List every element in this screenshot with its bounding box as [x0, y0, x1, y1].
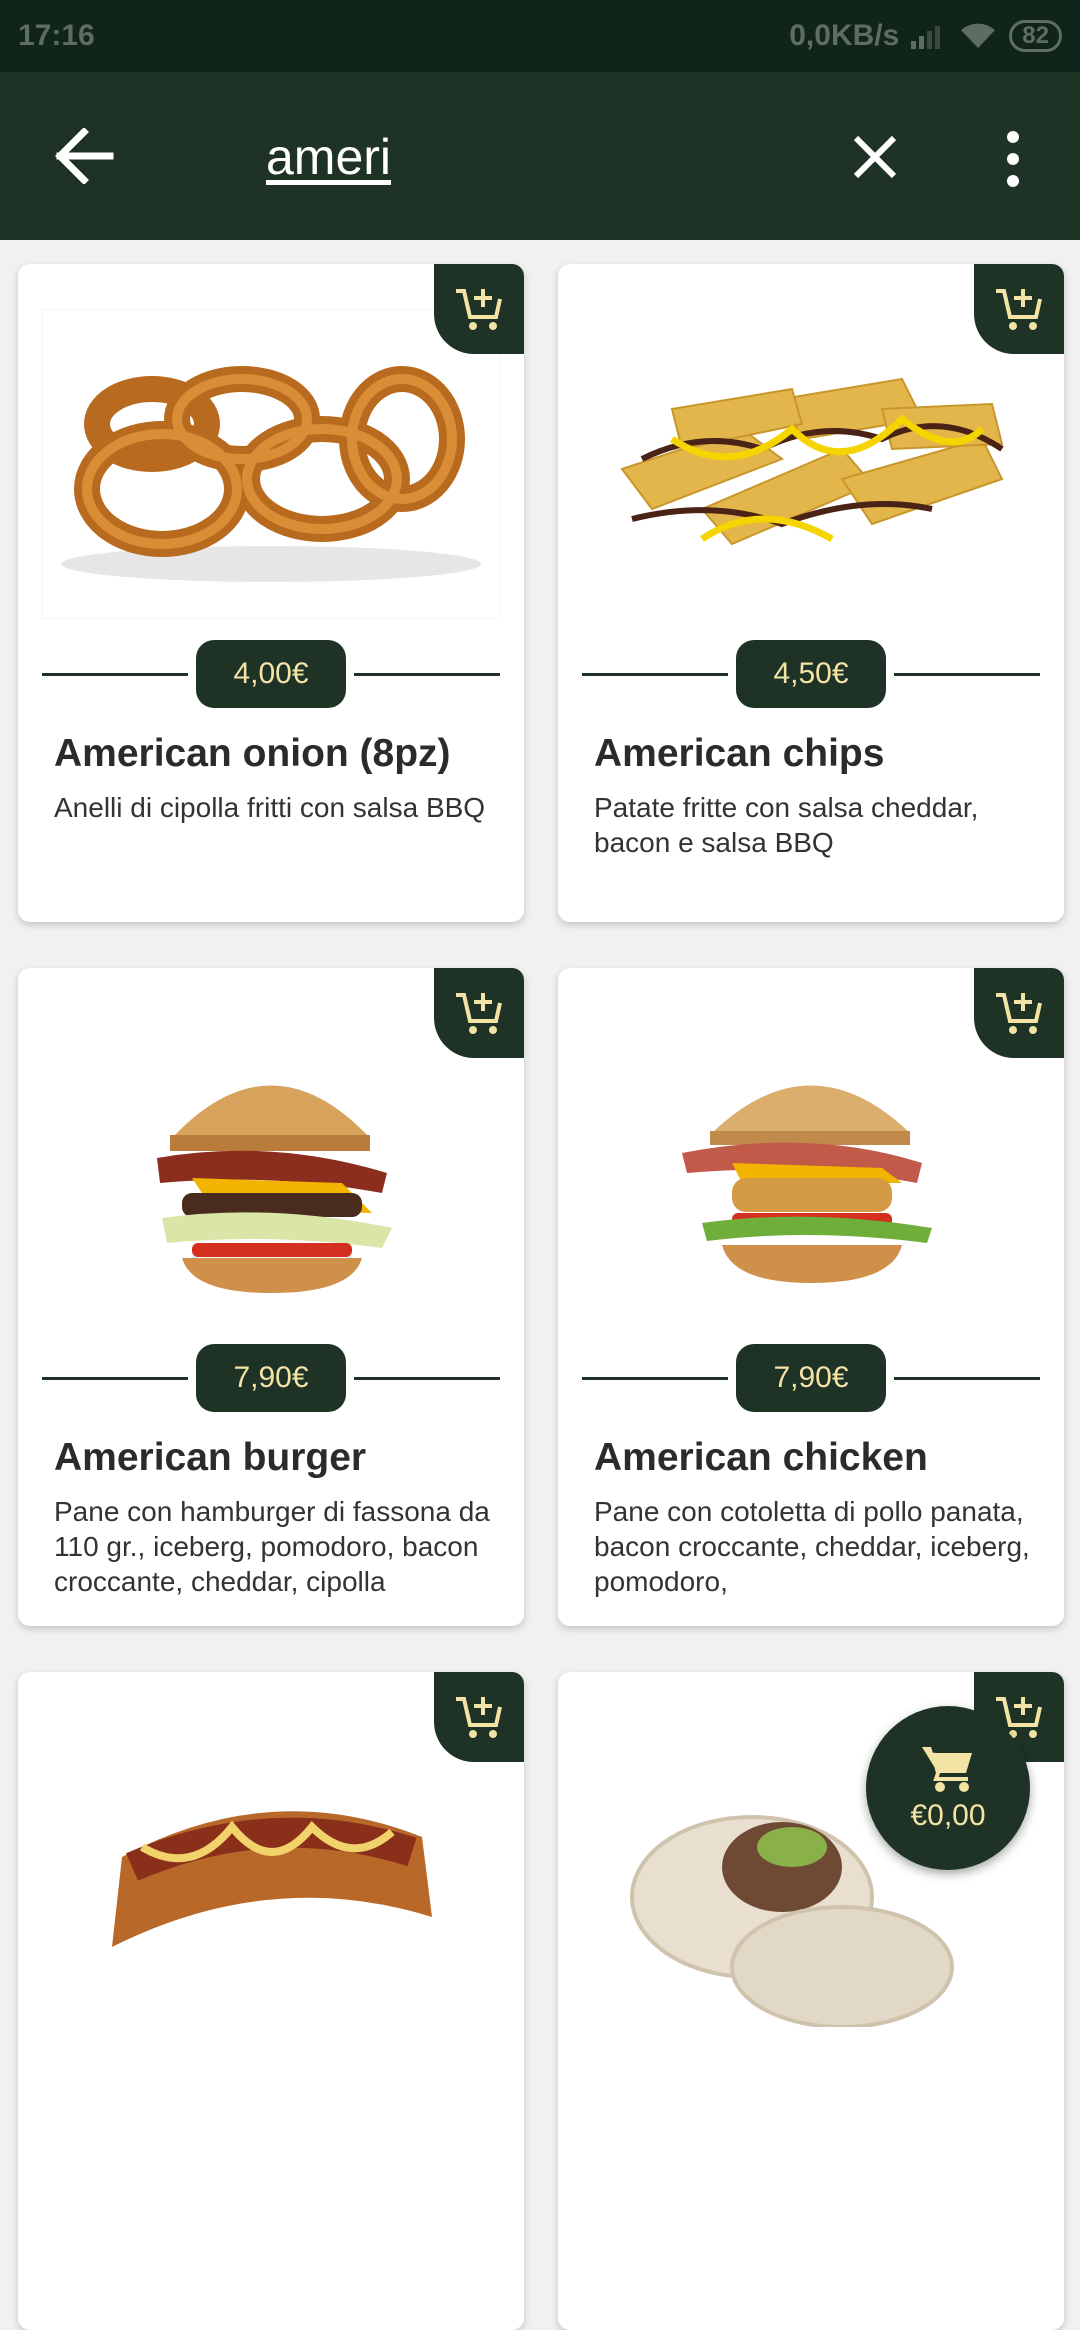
cart-fab-button[interactable]: €0,00 [866, 1706, 1030, 1870]
wifi-icon [961, 23, 996, 48]
network-speed: 0,0KB/s [789, 19, 900, 52]
product-description: Pane con cotoletta di pollo panata, baco… [594, 1496, 1030, 1597]
status-icons: 0,0KB/s 82 [789, 19, 1062, 53]
product-name: American chicken [594, 1436, 928, 1479]
clear-search-icon[interactable] [852, 134, 898, 180]
product-description: Anelli di cipolla fritti con salsa BBQ [54, 792, 486, 823]
product-image-hot-dog [42, 1717, 500, 2027]
add-to-cart-icon [996, 993, 1042, 1034]
divider [42, 1377, 188, 1380]
product-name: American onion (8pz) [54, 732, 451, 775]
cart-icon [922, 1747, 972, 1792]
product-name: American chips [594, 732, 885, 775]
search-input[interactable] [264, 120, 808, 194]
divider [582, 673, 728, 676]
add-to-cart-icon [996, 289, 1042, 330]
price-badge: 7,90€ [736, 1344, 886, 1412]
price-row: 4,50€ [582, 640, 1040, 708]
back-arrow-icon[interactable] [54, 128, 114, 184]
divider [894, 1377, 1040, 1380]
battery-indicator: 82 [1009, 20, 1062, 52]
price-badge: 4,00€ [196, 640, 346, 708]
product-card[interactable]: 4,50€ American chips Patate fritte con s… [558, 264, 1064, 922]
product-name: American burger [54, 1436, 367, 1479]
price-badge: 7,90€ [196, 1344, 346, 1412]
product-image-potato-wedges [582, 309, 1040, 619]
add-to-cart-button[interactable] [974, 968, 1064, 1058]
add-to-cart-icon [456, 1697, 502, 1738]
add-to-cart-button[interactable] [434, 968, 524, 1058]
divider [42, 673, 188, 676]
product-image-onion-rings [42, 309, 500, 619]
product-image-burger [42, 1013, 500, 1323]
product-description: Pane con hamburger di fassona da 110 gr.… [54, 1496, 490, 1597]
cart-total: €0,00 [910, 1799, 986, 1832]
price-row: 7,90€ [42, 1344, 500, 1412]
status-time: 17:16 [18, 19, 95, 52]
more-options-icon[interactable] [998, 130, 1028, 188]
price-badge: 4,50€ [736, 640, 886, 708]
product-image-chicken-burger [582, 1013, 1040, 1323]
product-grid: 4,00€ American onion (8pz) Anelli di cip… [0, 240, 1080, 2330]
app-bar [0, 72, 1080, 240]
price-row: 7,90€ [582, 1344, 1040, 1412]
product-card[interactable]: 7,90€ American burger Pane con hamburger… [18, 968, 524, 1626]
product-card[interactable]: 4,00€ American onion (8pz) Anelli di cip… [18, 264, 524, 922]
add-to-cart-icon [456, 993, 502, 1034]
product-description: Patate fritte con salsa cheddar, bacon e… [594, 792, 979, 858]
add-to-cart-icon [456, 289, 502, 330]
price-row: 4,00€ [42, 640, 500, 708]
divider [354, 673, 500, 676]
status-bar: 17:16 0,0KB/s 82 [0, 0, 1080, 72]
divider [894, 673, 1040, 676]
add-to-cart-button[interactable] [434, 264, 524, 354]
product-card[interactable] [18, 1672, 524, 2330]
product-card[interactable]: 7,90€ American chicken Pane con cotolett… [558, 968, 1064, 1626]
divider [582, 1377, 728, 1380]
add-to-cart-button[interactable] [434, 1672, 524, 1762]
signal-icon [911, 26, 941, 49]
add-to-cart-button[interactable] [974, 264, 1064, 354]
divider [354, 1377, 500, 1380]
